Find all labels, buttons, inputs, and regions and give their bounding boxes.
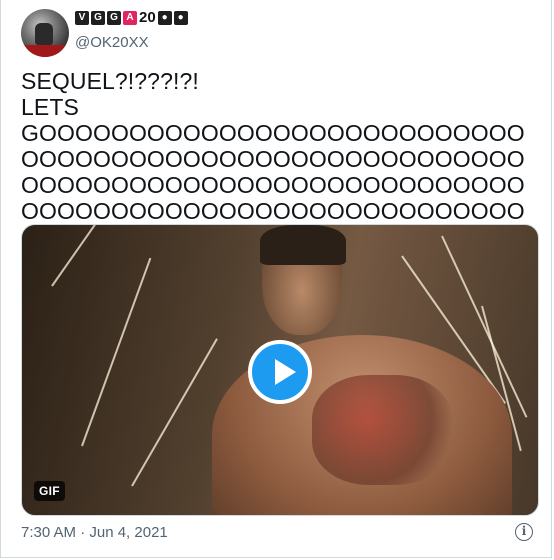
timestamp[interactable]: 7:30 AM · Jun 4, 2021 <box>21 524 168 541</box>
avatar-figure <box>35 23 53 45</box>
gif-media[interactable]: GIF <box>21 224 539 516</box>
name-glyph: A <box>123 11 137 25</box>
gif-badge: GIF <box>34 481 65 501</box>
name-glyph: ● <box>157 11 172 25</box>
avatar[interactable] <box>21 9 69 57</box>
name-glyph: ● <box>173 11 188 25</box>
figure-tattoo <box>312 375 452 485</box>
user-handle[interactable]: @OK20XX <box>75 34 149 51</box>
play-button[interactable] <box>248 340 312 404</box>
name-glyph: G <box>91 11 105 25</box>
tweet-text: SEQUEL?!???!?! LETS GOOOOOOOOOOOOOOOOOOO… <box>21 68 525 250</box>
name-glyph: V <box>75 11 89 25</box>
info-icon[interactable]: i <box>515 523 533 541</box>
display-name[interactable]: V G G A 20 ● ● <box>75 10 188 26</box>
figure-hair <box>260 225 346 265</box>
name-text: 20 <box>139 9 156 26</box>
name-glyph: G <box>107 11 121 25</box>
play-icon <box>275 359 296 385</box>
avatar-floor <box>21 45 69 57</box>
tweet-card: V G G A 20 ● ● @OK20XX SEQUEL?!???!?! LE… <box>0 0 552 558</box>
